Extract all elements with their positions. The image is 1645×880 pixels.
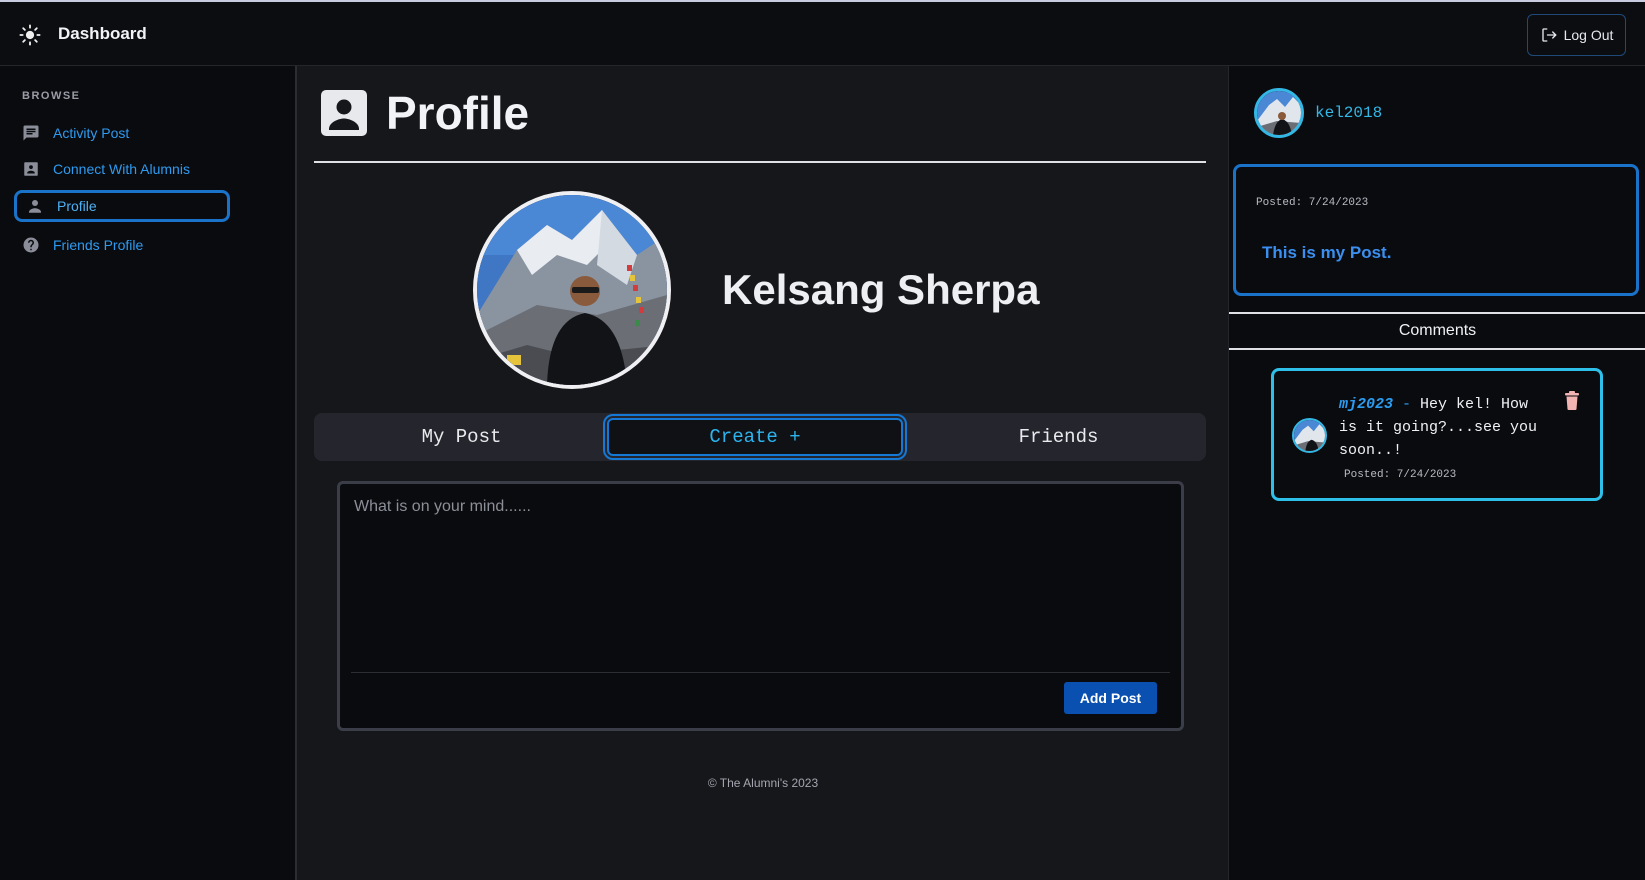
comment-avatar bbox=[1292, 418, 1327, 453]
sidebar: BROWSE Activity Post Connect With Alumni… bbox=[0, 66, 297, 880]
post-date: Posted: 7/24/2023 bbox=[1256, 197, 1369, 209]
trash-icon[interactable] bbox=[1564, 391, 1580, 410]
comment-separator: - bbox=[1393, 396, 1421, 413]
sidebar-item-label: Friends Profile bbox=[53, 237, 144, 253]
sun-icon[interactable] bbox=[19, 24, 41, 46]
comment-body: mj2023 - Hey kel! How is it going?...see… bbox=[1339, 393, 1554, 462]
page-title: Profile bbox=[386, 87, 530, 139]
post-textarea[interactable] bbox=[354, 498, 1166, 658]
post-text: This is my Post. bbox=[1262, 243, 1392, 262]
post-card: Posted: 7/24/2023 This is my Post. bbox=[1233, 164, 1639, 296]
sidebar-item-label: Profile bbox=[57, 198, 97, 214]
tab-friends[interactable]: Friends bbox=[911, 418, 1206, 456]
sidebar-item-label: Connect With Alumnis bbox=[53, 161, 190, 177]
app-title: Dashboard bbox=[58, 24, 147, 43]
logout-icon bbox=[1541, 28, 1557, 42]
profile-avatar bbox=[473, 191, 671, 389]
sidebar-item-friends-profile[interactable]: Friends Profile bbox=[14, 229, 230, 261]
comment-card: mj2023 - Hey kel! How is it going?...see… bbox=[1271, 368, 1603, 501]
sidebar-item-profile[interactable]: Profile bbox=[14, 190, 230, 222]
logout-label: Log Out bbox=[1563, 27, 1614, 43]
sidebar-item-label: Activity Post bbox=[53, 125, 130, 141]
top-bar: Dashboard Log Out bbox=[0, 2, 1645, 66]
tab-create[interactable]: Create + bbox=[603, 414, 907, 460]
post-composer: Add Post bbox=[337, 481, 1184, 731]
tab-my-post[interactable]: My Post bbox=[314, 418, 609, 456]
composer-divider bbox=[351, 672, 1170, 673]
person-icon bbox=[29, 200, 41, 213]
profile-card-icon bbox=[321, 90, 367, 136]
footer-copyright: © The Alumni's 2023 bbox=[707, 776, 819, 790]
divider bbox=[314, 161, 1206, 163]
main-content: Profile Kelsang Sherpa My Post Create + … bbox=[298, 66, 1228, 880]
sidebar-section-label: BROWSE bbox=[22, 90, 81, 102]
logout-button[interactable]: Log Out bbox=[1527, 14, 1626, 56]
mountain-photo bbox=[477, 195, 667, 385]
contact-card-icon bbox=[24, 162, 38, 176]
user-avatar[interactable] bbox=[1254, 88, 1304, 138]
sidebar-item-connect-with-alumnis[interactable]: Connect With Alumnis bbox=[14, 153, 230, 185]
page-header: Profile bbox=[320, 86, 529, 140]
right-panel: kel2018 Posted: 7/24/2023 This is my Pos… bbox=[1228, 66, 1645, 880]
mountain-thumbnail bbox=[1294, 420, 1325, 451]
mountain-thumbnail bbox=[1257, 91, 1301, 135]
help-circle-icon bbox=[23, 237, 39, 253]
username[interactable]: kel2018 bbox=[1315, 104, 1382, 122]
add-post-button[interactable]: Add Post bbox=[1064, 682, 1157, 714]
profile-name: Kelsang Sherpa bbox=[722, 266, 1040, 313]
comment-date: Posted: 7/24/2023 bbox=[1344, 469, 1457, 481]
profile-tabs: My Post Create + Friends bbox=[314, 413, 1206, 461]
comments-heading: Comments bbox=[1229, 312, 1645, 350]
chat-icon bbox=[23, 125, 39, 141]
comment-author[interactable]: mj2023 bbox=[1339, 396, 1393, 413]
sidebar-item-activity-post[interactable]: Activity Post bbox=[14, 117, 230, 149]
